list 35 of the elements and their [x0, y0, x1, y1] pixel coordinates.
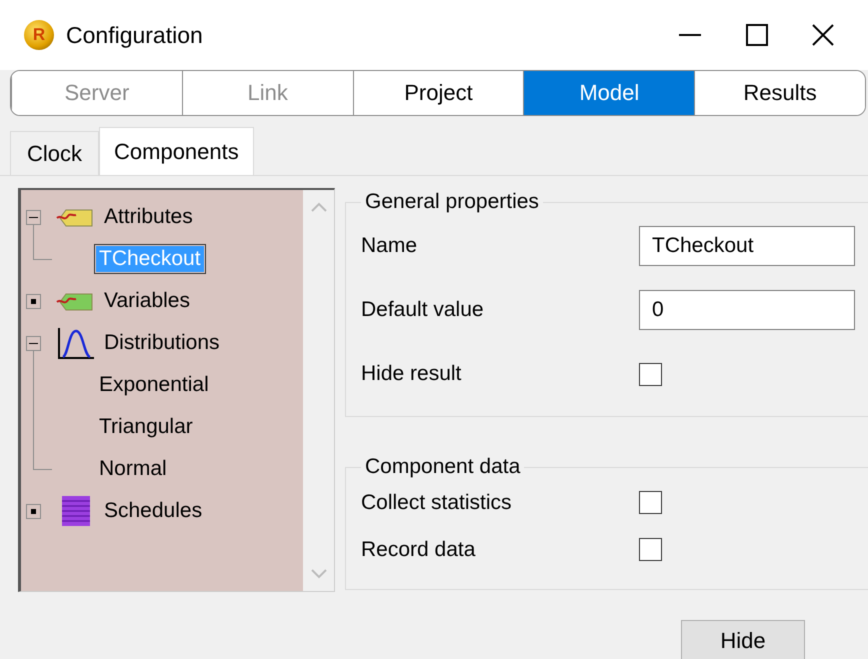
maximize-icon[interactable]	[746, 24, 768, 46]
field-label: Hide result	[361, 362, 462, 386]
tree-item[interactable]: Normal	[96, 456, 170, 482]
hide-button[interactable]: Hide	[681, 620, 805, 659]
checkbox[interactable]	[639, 491, 662, 514]
group-title: General properties	[364, 190, 540, 214]
field-label: Name	[361, 234, 418, 258]
window-title: Configuration	[66, 22, 204, 48]
tab[interactable]: Clock	[10, 131, 100, 175]
checkbox[interactable]	[639, 538, 662, 561]
tab[interactable]: Model	[523, 71, 694, 115]
collapse-icon[interactable]	[26, 210, 41, 224]
tree-item[interactable]: Exponential	[96, 372, 212, 398]
group-title: Component data	[364, 455, 522, 479]
app-logo: R	[24, 20, 54, 50]
tab[interactable]: Components	[99, 127, 254, 175]
collapse-icon[interactable]	[26, 336, 41, 350]
close-icon[interactable]	[812, 24, 834, 46]
list-icon	[60, 495, 90, 527]
tree-item[interactable]: Distributions	[101, 330, 223, 356]
field-label: Collect statistics	[361, 490, 512, 514]
tree-item[interactable]: Variables	[101, 288, 193, 314]
field-label: Record data	[361, 538, 476, 562]
expand-icon[interactable]	[26, 504, 41, 518]
text-field[interactable]: TCheckout	[639, 226, 855, 266]
field-label: Default value	[361, 298, 484, 322]
tree-connector-line	[33, 224, 52, 260]
checkbox[interactable]	[639, 362, 662, 386]
bell-curve-icon	[56, 327, 94, 359]
tree-item[interactable]: Schedules	[101, 498, 206, 524]
text-field[interactable]: 0	[639, 290, 855, 330]
tree-item[interactable]: Triangular	[96, 414, 196, 440]
tree-item[interactable]: Attributes	[101, 204, 196, 230]
expand-icon[interactable]	[26, 294, 41, 308]
tab[interactable]: Results	[694, 71, 865, 115]
